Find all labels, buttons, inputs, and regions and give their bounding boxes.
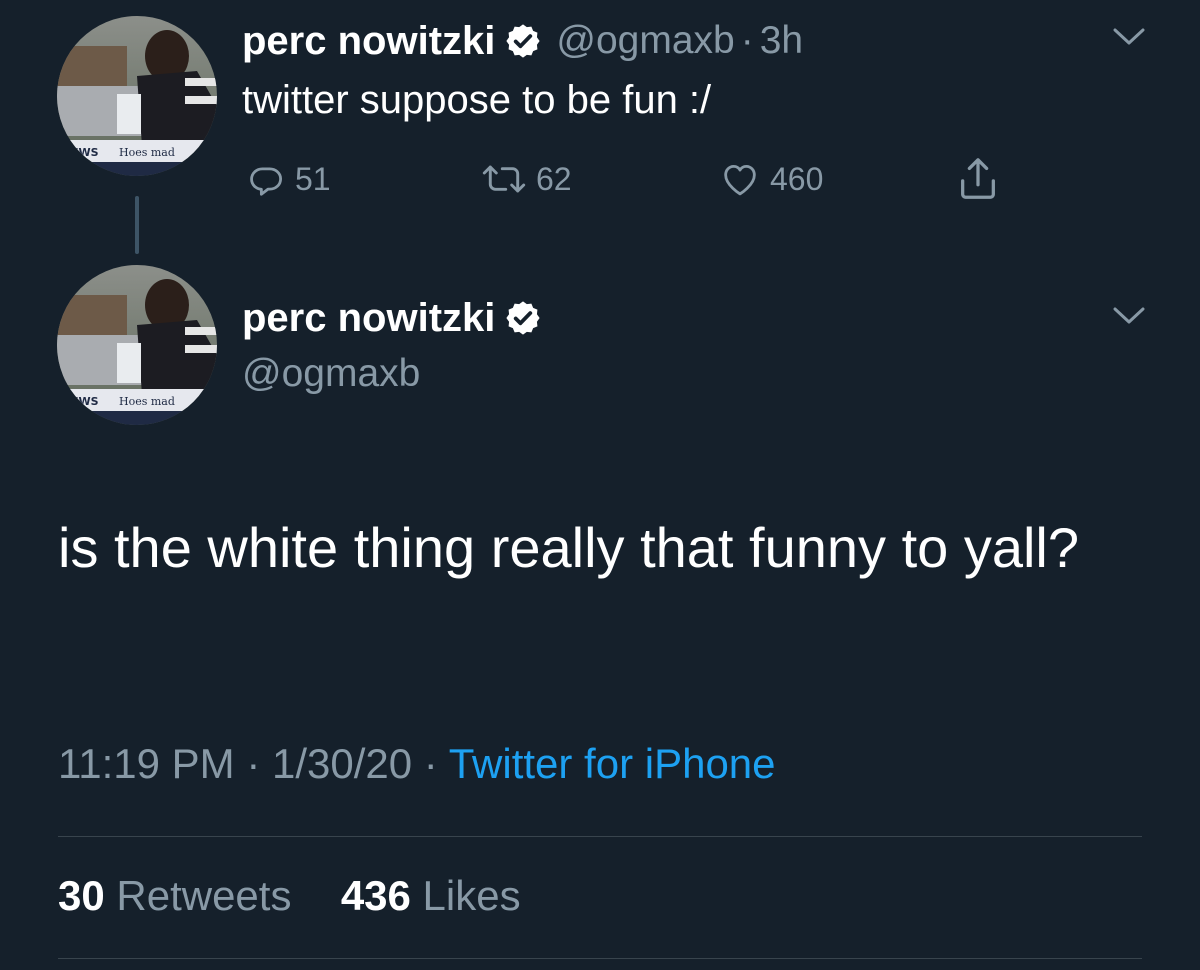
divider (58, 836, 1142, 837)
tweet2-header: perc nowitzki (242, 290, 556, 346)
retweet-icon (480, 158, 536, 200)
avatar-caption-right: Hoes mad (119, 146, 175, 159)
likes-count: 436 (340, 872, 411, 919)
like-icon (718, 158, 770, 200)
avatar-caption-left: EWS (71, 146, 99, 159)
reply-count: 51 (295, 160, 331, 197)
retweets-label: Retweets (104, 872, 292, 919)
avatar-caption-right: Hoes mad (119, 395, 175, 408)
avatar[interactable]: EWS Hoes mad (57, 16, 217, 176)
tweet-text: twitter suppose to be fun :/ (242, 78, 712, 122)
tweet-time[interactable]: 3h (760, 19, 803, 63)
thread-connector-line (135, 196, 139, 254)
divider (58, 958, 1142, 959)
share-button[interactable] (955, 154, 1009, 204)
handle[interactable]: @ogmaxb (242, 352, 420, 396)
retweets-stat[interactable]: 30 Retweets (58, 872, 291, 919)
tweet-stats: 30 Retweets 436 Likes (58, 872, 521, 920)
display-name[interactable]: perc nowitzki (242, 19, 495, 64)
likes-stat[interactable]: 436 Likes (341, 872, 521, 919)
tweet-meta: 11:19 PM · 1/30/20 · Twitter for iPhone (58, 740, 776, 788)
display-name[interactable]: perc nowitzki (242, 296, 495, 341)
avatar[interactable]: EWS Hoes mad (57, 265, 217, 425)
avatar-caption-left: EWS (71, 395, 99, 408)
reply-icon (245, 158, 295, 200)
reply-button[interactable]: 51 (245, 158, 331, 200)
retweets-count: 30 (58, 872, 105, 919)
tweet-text: is the white thing really that funny to … (58, 516, 1080, 579)
tweet-date[interactable]: 1/30/20 (272, 740, 412, 787)
separator-dot: · (740, 19, 754, 62)
share-icon (955, 154, 1009, 204)
tweet1-header: perc nowitzki @ogmaxb · 3h (242, 16, 803, 66)
like-button[interactable]: 460 (718, 158, 823, 200)
retweet-button[interactable]: 62 (480, 158, 572, 200)
like-count: 460 (770, 160, 824, 197)
separator-dot: · (234, 740, 272, 787)
likes-label: Likes (410, 872, 521, 919)
separator-dot: · (412, 740, 449, 787)
retweet-count: 62 (536, 160, 572, 197)
chevron-down-icon[interactable] (1112, 305, 1146, 332)
tweet-timestamp[interactable]: 11:19 PM (58, 740, 235, 787)
chevron-down-icon[interactable] (1112, 26, 1146, 53)
handle[interactable]: @ogmaxb (556, 19, 734, 63)
tweet-source-link[interactable]: Twitter for iPhone (449, 740, 776, 787)
verified-badge-icon (504, 22, 542, 60)
verified-badge-icon (504, 299, 542, 337)
